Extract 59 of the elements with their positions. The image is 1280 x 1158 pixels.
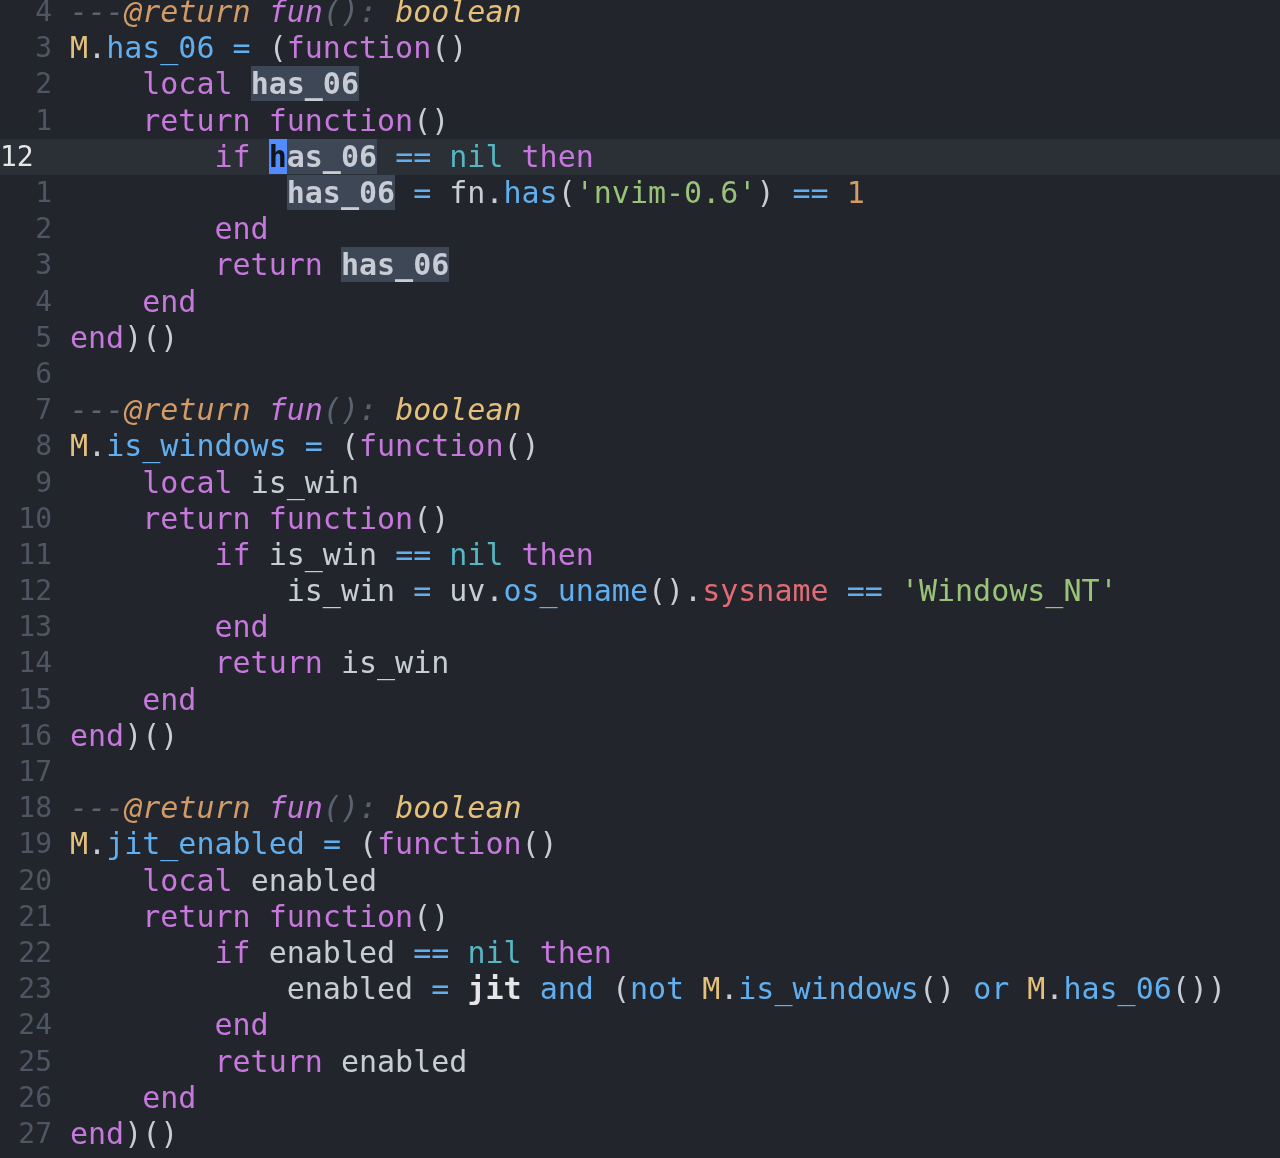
line-number: 18 [17, 794, 52, 823]
line-number: 25 [17, 1047, 52, 1076]
code-line: end [213, 612, 269, 643]
code-line: end [213, 214, 269, 245]
code-line: enabled = jit and (not M.is_windows() or M.has_06()) [285, 974, 1226, 1005]
code-line: M.has_06 = (function() [70, 33, 468, 64]
code-line: end)() [70, 322, 179, 353]
line-number: 9 [34, 468, 52, 497]
line-number: 17 [17, 758, 52, 787]
line-number: 14 [17, 649, 52, 678]
code-line: is_win = uv.os_uname().sysname == 'Windows_NT' [285, 576, 1118, 607]
line-number: 13 [17, 613, 52, 642]
line-number: 8 [34, 432, 52, 461]
code-line: return enabled [213, 1046, 468, 1077]
code-line: ---@return fun(): boolean [70, 793, 522, 824]
code-line: return function() [141, 105, 450, 136]
code-line: return is_win [213, 648, 450, 679]
code-line: return function() [141, 503, 450, 534]
line-number: 27 [17, 1119, 52, 1148]
line-number: 4 [34, 0, 52, 27]
line-number: 1 [34, 106, 52, 135]
line-number: 3 [34, 251, 52, 280]
code-line: M.is_windows = (function() [70, 431, 540, 462]
line-number: 23 [17, 975, 52, 1004]
line-number: 20 [17, 866, 52, 895]
line-number: 5 [34, 323, 52, 352]
code-line: if has_06 == nil then [213, 141, 594, 172]
line-number: 2 [34, 215, 52, 244]
code-line: end [213, 1010, 269, 1041]
code-line: end [141, 1082, 197, 1113]
line-number: 3 [34, 34, 52, 63]
code-line: has_06 = fn.has('nvim-0.6') == 1 [285, 178, 865, 209]
line-number: 4 [34, 287, 52, 316]
line-number: 16 [17, 721, 52, 750]
line-number: 24 [17, 1011, 52, 1040]
line-number: 12 [17, 577, 52, 606]
line-number: 10 [17, 504, 52, 533]
line-number: 11 [17, 540, 52, 569]
line-number: 26 [17, 1083, 52, 1112]
code-line: end)() [70, 720, 179, 751]
line-number: 6 [34, 359, 52, 388]
line-number: 21 [17, 902, 52, 931]
line-number: 12 [0, 142, 35, 171]
code-line: local has_06 [141, 69, 359, 100]
code-line: local enabled [141, 865, 378, 896]
code-line: ---@return fun(): boolean [70, 0, 522, 28]
code-line: M.jit_enabled = (function() [70, 829, 558, 860]
line-number: 19 [17, 830, 52, 859]
code-line: return function() [141, 901, 450, 932]
code-line: end)() [70, 1118, 179, 1149]
code-line: end [141, 286, 197, 317]
code-line: ---@return fun(): boolean [70, 395, 522, 426]
code-line: if enabled == nil then [213, 937, 612, 968]
line-number: 22 [17, 938, 52, 967]
line-number: 15 [17, 685, 52, 714]
code-line: end [141, 684, 197, 715]
line-number: 7 [34, 396, 52, 425]
line-number: 2 [34, 70, 52, 99]
line-number: 1 [34, 179, 52, 208]
